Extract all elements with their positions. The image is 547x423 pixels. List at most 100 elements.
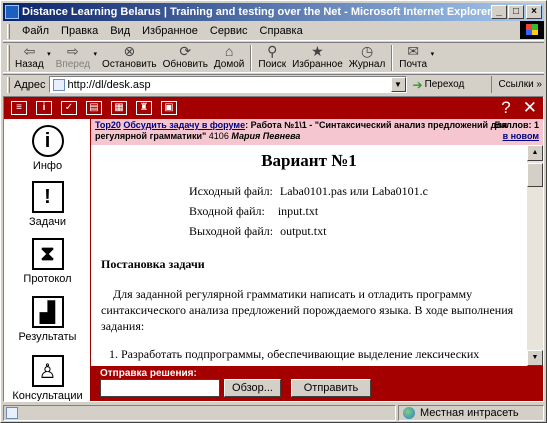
file-label: Входной файл: <box>189 204 265 218</box>
title-bar: Distance Learning Belarus | Training and… <box>3 3 544 21</box>
close-button[interactable]: × <box>526 5 542 19</box>
file-label: Выходной файл: <box>189 224 274 238</box>
submit-bar: Отправка решения: Обзор... Отправить <box>91 366 543 401</box>
search-icon: ⚲ <box>267 43 278 59</box>
send-button[interactable]: Отправить <box>291 379 371 397</box>
info-icon[interactable]: i <box>36 101 52 115</box>
address-url[interactable]: http://dl/desk.asp <box>68 79 151 91</box>
status-bar: Местная интрасеть <box>3 404 544 422</box>
submit-label: Отправка решения: <box>100 368 197 379</box>
stop-label: Остановить <box>102 59 157 70</box>
vertical-scrollbar[interactable]: ▲ ▼ <box>527 145 543 366</box>
discuss-forum-link[interactable]: Обсудить задачу в форуме <box>123 120 245 130</box>
scroll-down-icon[interactable]: ▼ <box>527 350 543 366</box>
sidebar-item-label: Протокол <box>23 273 72 285</box>
sidebar-item-protocol[interactable]: ⧗ Протокол <box>4 238 91 285</box>
address-bar: Адрес http://dl/desk.asp ▼ ➔ Переход Ссы… <box>3 74 544 94</box>
file-row: Исходный файл: Laba0101.pas или Laba0101… <box>189 181 517 201</box>
intranet-icon <box>403 407 415 419</box>
scroll-up-icon[interactable]: ▲ <box>527 145 543 161</box>
home-button[interactable]: ⌂ Домой <box>211 42 247 72</box>
search-button[interactable]: ⚲ Поиск <box>255 42 289 72</box>
task-paragraph: Для заданной регулярной грамматики напис… <box>101 287 514 333</box>
people-icon[interactable]: ♜ <box>136 101 152 115</box>
menu-file[interactable]: Файл <box>16 25 55 37</box>
page-status-icon <box>6 407 18 419</box>
back-button[interactable]: ⇦ Назад ▾ <box>12 42 51 72</box>
scroll-thumb[interactable] <box>527 163 543 187</box>
forward-dropdown-icon[interactable]: ▾ <box>94 50 98 58</box>
address-grip[interactable] <box>7 76 10 93</box>
back-dropdown-icon[interactable]: ▾ <box>47 50 51 58</box>
menu-edit[interactable]: Правка <box>55 25 104 37</box>
notes-icon[interactable]: ▣ <box>161 101 177 115</box>
menu-favorites[interactable]: Избранное <box>136 25 204 37</box>
stop-button[interactable]: ⊗ Остановить <box>99 42 160 72</box>
open-new-window-link[interactable]: в новом <box>503 131 539 141</box>
menu-bar: Файл Правка Вид Избранное Сервис Справка <box>3 22 544 41</box>
document-icon[interactable]: ▤ <box>86 101 102 115</box>
score-box: Баллов: 1 в новом <box>495 120 539 142</box>
minimize-button[interactable]: _ <box>491 5 507 19</box>
ie-logo-icon <box>5 5 19 19</box>
menu-tools[interactable]: Сервис <box>204 25 254 37</box>
favorites-button[interactable]: ★ Избранное <box>289 42 346 72</box>
links-button[interactable]: Ссылки » <box>491 76 542 93</box>
mail-icon: ✉ <box>407 43 420 59</box>
sidebar-item-label: Консультации <box>12 390 83 402</box>
history-icon: ◷ <box>360 43 374 59</box>
address-input[interactable]: http://dl/desk.asp ▼ <box>48 76 407 93</box>
mail-dropdown-icon[interactable]: ▾ <box>431 50 435 58</box>
task-panel: Top20 Обсудить задачу в форуме: Работа №… <box>91 119 543 366</box>
sidebar-item-results[interactable]: ▟ Результаты <box>4 296 91 343</box>
sidebar-item-tasks[interactable]: ! Задачи <box>4 181 91 228</box>
menu-view[interactable]: Вид <box>104 25 136 37</box>
back-label: Назад <box>15 59 44 70</box>
top20-link[interactable]: Top20 <box>95 120 121 130</box>
hourglass-icon: ⧗ <box>31 238 64 270</box>
exclamation-icon: ! <box>31 181 64 213</box>
forward-button[interactable]: ⇨ Вперед ▾ <box>53 42 97 72</box>
menu-grip[interactable] <box>7 23 10 39</box>
mail-button[interactable]: ✉ Почта ▾ <box>396 42 434 72</box>
maximize-button[interactable]: □ <box>508 5 524 19</box>
file-row: Выходной файл: output.txt <box>189 221 517 241</box>
forward-label: Вперед <box>55 59 91 70</box>
sidebar-item-label: Инфо <box>32 160 63 172</box>
task-document: Вариант №1 Исходный файл: Laba0101.pas и… <box>91 145 527 366</box>
solution-file-input[interactable] <box>100 379 220 397</box>
browse-button[interactable]: Обзор... <box>224 379 281 397</box>
page-icon <box>52 78 65 91</box>
sidebar-item-info[interactable]: i Инфо <box>4 125 91 172</box>
work-code: 4106 <box>208 131 229 141</box>
menu-help[interactable]: Справка <box>254 25 309 37</box>
file-list: Исходный файл: Laba0101.pas или Laba0101… <box>189 181 517 241</box>
refresh-label: Обновить <box>162 59 208 70</box>
grid-icon[interactable]: ▦ <box>111 101 127 115</box>
task-info-bar: Top20 Обсудить задачу в форуме: Работа №… <box>91 119 543 145</box>
history-button[interactable]: ◷ Журнал <box>346 42 389 72</box>
back-arrow-icon: ⇦ <box>23 43 36 59</box>
toolbar-grip[interactable] <box>7 44 10 71</box>
history-label: Журнал <box>348 59 386 70</box>
file-value: Laba0101.pas или Laba0101.c <box>279 184 429 198</box>
toolbar-separator <box>391 44 394 71</box>
standard-toolbar: ⇦ Назад ▾ ⇨ Вперед ▾ ⊗ Остановить ⟳ Обно… <box>3 42 544 73</box>
status-main <box>3 405 396 421</box>
go-button[interactable]: ➔ Переход <box>413 78 465 92</box>
browser-window: Distance Learning Belarus | Training and… <box>0 0 547 423</box>
windows-logo-icon <box>520 21 544 39</box>
address-label: Адрес <box>14 78 46 91</box>
help-icon[interactable]: ? <box>501 99 510 117</box>
address-dropdown-icon[interactable]: ▼ <box>390 77 406 92</box>
close-app-icon[interactable]: ✕ <box>523 99 537 117</box>
go-arrow-icon: ➔ <box>412 77 423 92</box>
file-row: Входной файл: input.txt <box>189 201 517 221</box>
home-icon: ⌂ <box>224 43 234 59</box>
checkbox-icon[interactable]: ✓ <box>61 101 77 115</box>
sidebar-item-consultations[interactable]: ♙ Консультации <box>4 355 91 402</box>
stop-icon: ⊗ <box>123 43 136 59</box>
section-heading: Постановка задачи <box>101 257 205 271</box>
refresh-button[interactable]: ⟳ Обновить <box>160 42 211 72</box>
list-icon[interactable]: ≡ <box>11 101 27 115</box>
